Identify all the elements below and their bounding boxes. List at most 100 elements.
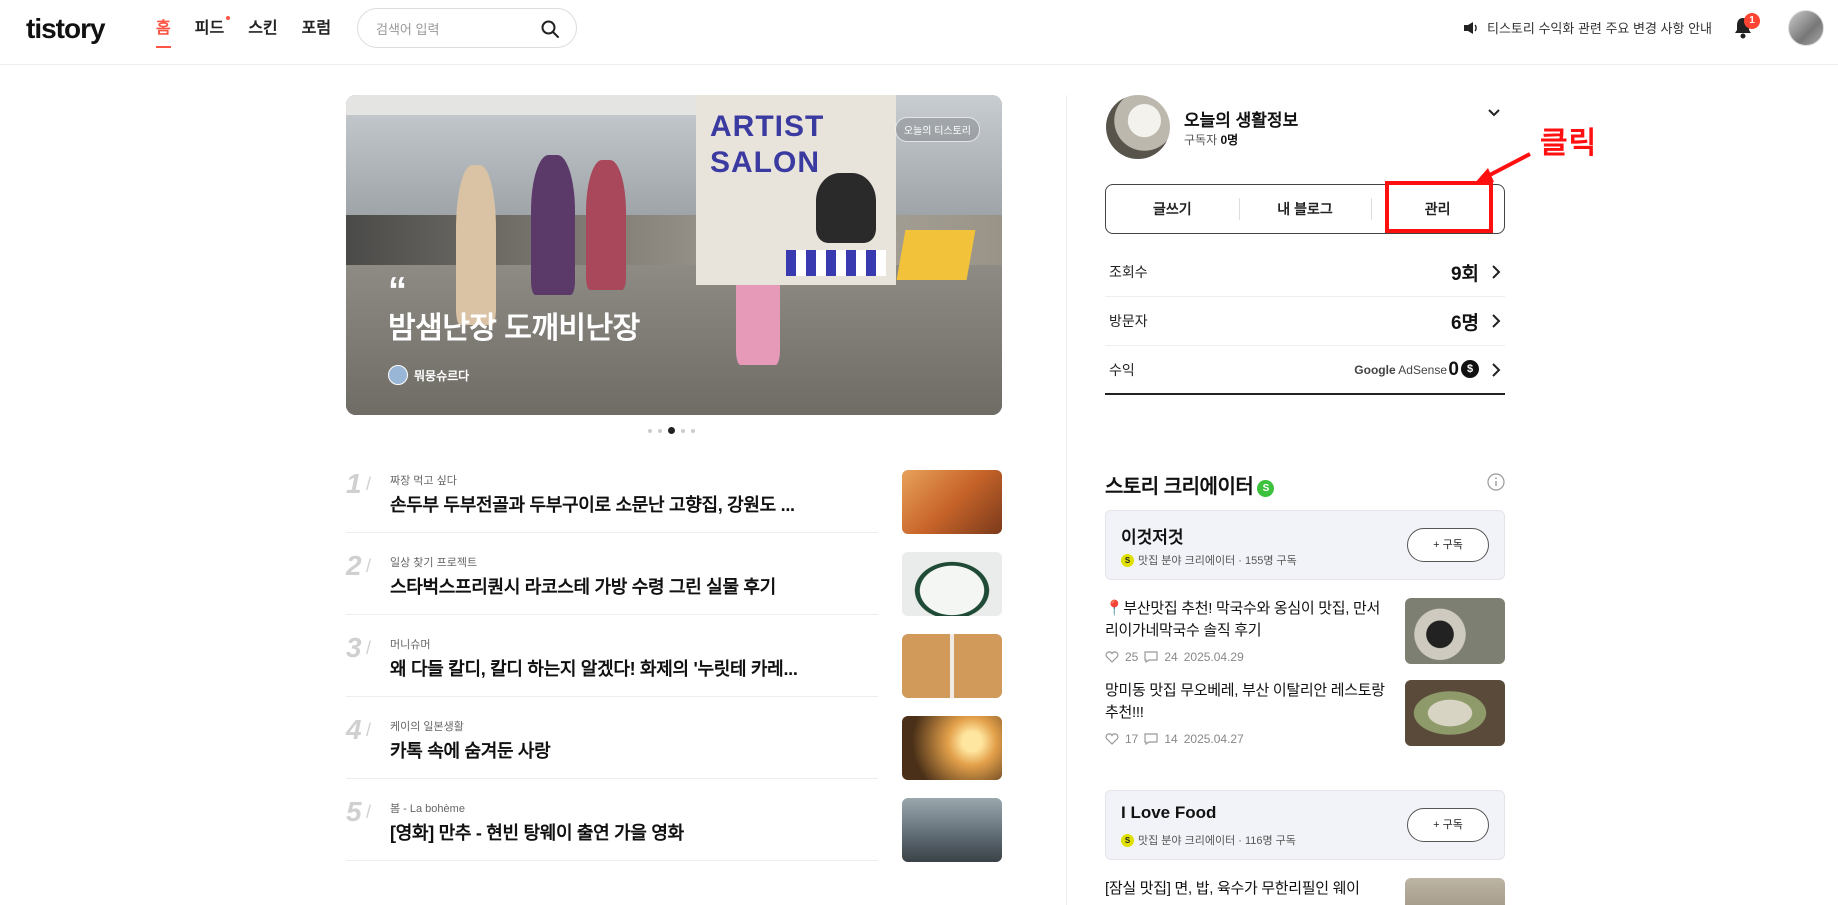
comment-icon [1144,733,1158,745]
visitors-row[interactable]: 방문자 6명 [1105,297,1505,346]
hero-figure [531,155,575,295]
hero-poster: ARTIST SALON [696,95,896,285]
s-mini-icon: S [1121,833,1134,847]
subscribe-button[interactable]: + 구독 [1407,808,1489,842]
search-input[interactable] [376,18,536,40]
rank-title: [영화] 만추 - 현빈 탕웨이 출연 가을 영화 [390,823,684,843]
main-nav: 홈 피드 스킨 포럼 [156,16,355,48]
rank-title: 카톡 속에 숨겨둔 사랑 [390,741,551,761]
rank-title: 왜 다들 칼디, 칼디 하는지 알겠다! 화제의 '누릿테 카레... [390,659,798,679]
post-thumbnail [1405,878,1505,905]
stat-label: 조회수 [1109,264,1148,280]
list-item[interactable]: 2/ 일상 찾기 프로젝트 스타벅스프리퀀시 라코스테 가방 수령 그린 실물 … [346,544,1002,626]
write-button[interactable]: 글쓰기 [1106,198,1239,220]
list-item[interactable]: 3/ 머니슈머 왜 다들 칼디, 칼디 하는지 알겠다! 화제의 '누릿테 카레… [346,626,1002,708]
carousel-dot[interactable] [648,428,652,433]
notice-banner[interactable]: 티스토리 수익화 관련 주요 변경 사항 안내 [1463,18,1712,37]
hero-figure [456,165,496,325]
tistory-logo[interactable]: tistory [26,13,106,45]
adsense-text: AdSense [1398,362,1447,377]
quote-icon: “ [388,270,407,312]
poster-text: ARTIST SALON [710,110,825,179]
rank-category: 일상 찾기 프로젝트 [390,557,478,569]
chevron-down-icon[interactable] [1487,108,1501,118]
new-dot-icon [226,16,231,20]
blog-name[interactable]: 오늘의 생활정보 [1184,106,1298,131]
post-thumbnail [1405,598,1505,664]
hero-title[interactable]: 밤샘난장 도깨비난장 [388,303,640,347]
list-item[interactable]: 5/ 봄 - La bohème [영화] 만추 - 현빈 탕웨이 출연 가을 … [346,790,1002,872]
hero-badge: 오늘의 티스토리 [894,117,980,142]
rank-thumbnail [902,716,1002,780]
user-avatar[interactable] [1788,10,1824,46]
revenue-row[interactable]: 수익 Google AdSense 0 $ [1105,346,1505,395]
creator-meta-text: 맛집 분야 크리에이터 · 116명 구독 [1138,835,1296,847]
heart-icon [1105,733,1119,745]
carousel-dot[interactable] [691,428,695,433]
rank-category: 봄 - La bohème [390,803,465,815]
comment-count: 24 [1164,650,1178,664]
creator-post[interactable]: 📍부산맛집 추천! 막국수와 옹심이 맛집, 만서리이가네막국수 솔직 후기 2… [1105,598,1505,670]
rank-category: 케이의 일본생활 [390,721,464,733]
rank-number: 5 [346,796,362,827]
s-mini-icon: S [1121,553,1134,567]
comment-icon [1144,651,1158,663]
nav-forum[interactable]: 포럼 [302,18,331,44]
list-item[interactable]: 4/ 케이의 일본생활 카톡 속에 숨겨둔 사랑 [346,708,1002,790]
s-badge-icon: S [1257,480,1275,497]
hero-author[interactable]: 뭐뭉슈르다 [388,365,469,385]
creator-meta: S 맛집 분야 크리에이터 · 116명 구독 [1121,832,1296,848]
subscribe-button[interactable]: + 구독 [1407,528,1489,562]
rank-title: 스타벅스프리퀀시 라코스테 가방 수령 그린 실물 후기 [390,577,776,597]
like-count: 25 [1125,650,1139,664]
creator-post[interactable]: [잠실 맛집] 면, 밥, 육수가 무한리필인 웨이 [1105,878,1505,905]
rank-number: 3 [346,632,362,663]
stat-value: 6명 [1450,312,1479,334]
adsense-logo: Google AdSense [1354,363,1447,377]
rank-number: 1 [346,468,362,499]
divider [346,778,878,779]
views-row[interactable]: 조회수 9회 [1105,248,1505,297]
rank-number: 2 [346,550,362,581]
creator-post[interactable]: 망미동 맛집 무오베레, 부산 이탈리안 레스토랑 추천!!! 17 14 20… [1105,680,1505,752]
search-icon[interactable] [540,19,560,39]
info-icon[interactable] [1487,473,1505,491]
search-box [357,8,577,48]
annotation-arrow-icon [1474,152,1531,184]
nav-feed-label: 피드 [194,20,225,37]
divider [346,696,878,697]
post-title: 망미동 맛집 무오베레, 부산 이탈리안 레스토랑 추천!!! [1105,682,1385,721]
top-header: tistory 홈 피드 스킨 포럼 티스토리 수익화 관련 주요 변경 사항 … [0,0,1838,65]
post-thumbnail [1405,680,1505,746]
carousel-dot[interactable] [681,428,685,433]
subscriber-value: 0명 [1220,133,1239,147]
carousel-dots [648,427,695,434]
ranking-list: 1/ 짜장 먹고 싶다 손두부 두부전골과 두부구이로 소문난 고향집, 강원도… [346,462,1002,872]
post-date: 2025.04.29 [1183,650,1244,664]
my-blog-button[interactable]: 내 블로그 [1238,198,1372,220]
chevron-right-icon [1492,265,1501,279]
blog-avatar[interactable] [1106,95,1170,159]
list-item[interactable]: 1/ 짜장 먹고 싶다 손두부 두부전골과 두부구이로 소문난 고향집, 강원도… [346,462,1002,544]
nav-feed[interactable]: 피드 [194,16,231,44]
creator-card[interactable]: 이것저것 S 맛집 분야 크리에이터 · 155명 구독 + 구독 [1105,510,1505,580]
nav-home[interactable]: 홈 [156,18,171,48]
creator-name: 이것저것 [1121,528,1184,547]
carousel-dot[interactable] [658,428,662,433]
nav-skin[interactable]: 스킨 [248,18,277,44]
subscriber-label: 구독자 [1184,133,1218,147]
google-text: Google [1354,362,1396,377]
author-name: 뭐뭉슈르다 [414,368,470,383]
hero-banner[interactable]: ARTIST SALON 오늘의 티스토리 “ 밤샘난장 도깨비난장 뭐뭉슈르다 [346,95,1002,415]
rank-thumbnail [902,798,1002,862]
rank-slash: / [366,474,372,494]
creator-card[interactable]: I Love Food S 맛집 분야 크리에이터 · 116명 구독 + 구독 [1105,790,1505,860]
rank-thumbnail [902,470,1002,534]
hero-figure [586,160,626,290]
creator-meta-text: 맛집 분야 크리에이터 · 155명 구독 [1138,555,1297,567]
carousel-dot-active[interactable] [668,427,675,434]
hero-tent [346,95,706,115]
rank-slash: / [366,802,372,822]
author-avatar [388,365,408,385]
stat-label: 수익 [1109,361,1135,378]
